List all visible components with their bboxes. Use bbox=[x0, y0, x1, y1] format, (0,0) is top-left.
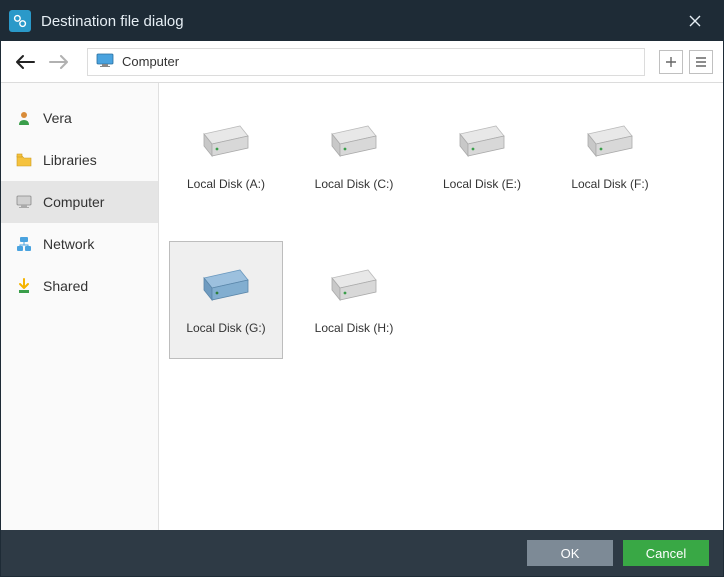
ok-button[interactable]: OK bbox=[527, 540, 613, 566]
drive-label: Local Disk (G:) bbox=[186, 321, 265, 335]
destination-file-dialog: Destination file dialog Computer bbox=[0, 0, 724, 577]
breadcrumb[interactable]: Computer bbox=[87, 48, 645, 76]
shared-icon bbox=[15, 277, 33, 295]
drive-label: Local Disk (E:) bbox=[443, 177, 521, 191]
forward-button[interactable] bbox=[45, 48, 73, 76]
new-folder-button[interactable] bbox=[659, 50, 683, 74]
monitor-icon bbox=[96, 53, 114, 70]
drive-item-g[interactable]: Local Disk (G:) bbox=[169, 241, 283, 359]
drive-item-c[interactable]: Local Disk (C:) bbox=[297, 97, 411, 215]
cancel-button[interactable]: Cancel bbox=[623, 540, 709, 566]
drive-item-a[interactable]: Local Disk (A:) bbox=[169, 97, 283, 215]
sidebar-item-label: Network bbox=[43, 236, 94, 252]
close-icon bbox=[689, 15, 701, 27]
sidebar-item-network[interactable]: Network bbox=[1, 223, 158, 265]
sidebar-item-computer[interactable]: Computer bbox=[1, 181, 158, 223]
user-icon bbox=[15, 109, 33, 127]
network-icon bbox=[15, 235, 33, 253]
toolbar: Computer bbox=[1, 41, 723, 83]
sidebar-item-label: Computer bbox=[43, 194, 104, 210]
breadcrumb-label: Computer bbox=[122, 54, 179, 69]
titlebar: Destination file dialog bbox=[1, 1, 723, 41]
drive-label: Local Disk (C:) bbox=[315, 177, 394, 191]
drive-icon bbox=[200, 124, 252, 163]
app-icon bbox=[9, 10, 31, 32]
drive-icon bbox=[328, 268, 380, 307]
drive-item-f[interactable]: Local Disk (F:) bbox=[553, 97, 667, 215]
back-button[interactable] bbox=[11, 48, 39, 76]
list-icon bbox=[694, 55, 708, 69]
drive-grid: Local Disk (A:) Local Disk (C:) Local Di… bbox=[169, 97, 713, 359]
drive-item-e[interactable]: Local Disk (E:) bbox=[425, 97, 539, 215]
drive-icon bbox=[200, 268, 252, 307]
view-list-button[interactable] bbox=[689, 50, 713, 74]
plus-icon bbox=[664, 55, 678, 69]
footer: OK Cancel bbox=[1, 530, 723, 576]
arrow-right-icon bbox=[48, 54, 70, 70]
window-title: Destination file dialog bbox=[41, 13, 675, 30]
sidebar-item-libraries[interactable]: Libraries bbox=[1, 139, 158, 181]
drive-icon bbox=[584, 124, 636, 163]
drive-label: Local Disk (H:) bbox=[315, 321, 394, 335]
sidebar: Vera Libraries Computer Network bbox=[1, 83, 159, 530]
sidebar-item-vera[interactable]: Vera bbox=[1, 97, 158, 139]
drive-item-h[interactable]: Local Disk (H:) bbox=[297, 241, 411, 359]
sidebar-item-label: Shared bbox=[43, 278, 88, 294]
libraries-icon bbox=[15, 151, 33, 169]
sidebar-item-label: Libraries bbox=[43, 152, 97, 168]
drive-label: Local Disk (A:) bbox=[187, 177, 265, 191]
computer-icon bbox=[15, 193, 33, 211]
drive-label: Local Disk (F:) bbox=[571, 177, 648, 191]
dialog-body: Vera Libraries Computer Network bbox=[1, 83, 723, 530]
close-button[interactable] bbox=[675, 1, 715, 41]
sidebar-item-shared[interactable]: Shared bbox=[1, 265, 158, 307]
drive-icon bbox=[328, 124, 380, 163]
arrow-left-icon bbox=[14, 54, 36, 70]
sidebar-item-label: Vera bbox=[43, 110, 72, 126]
content-pane: Local Disk (A:) Local Disk (C:) Local Di… bbox=[159, 83, 723, 530]
drive-icon bbox=[456, 124, 508, 163]
